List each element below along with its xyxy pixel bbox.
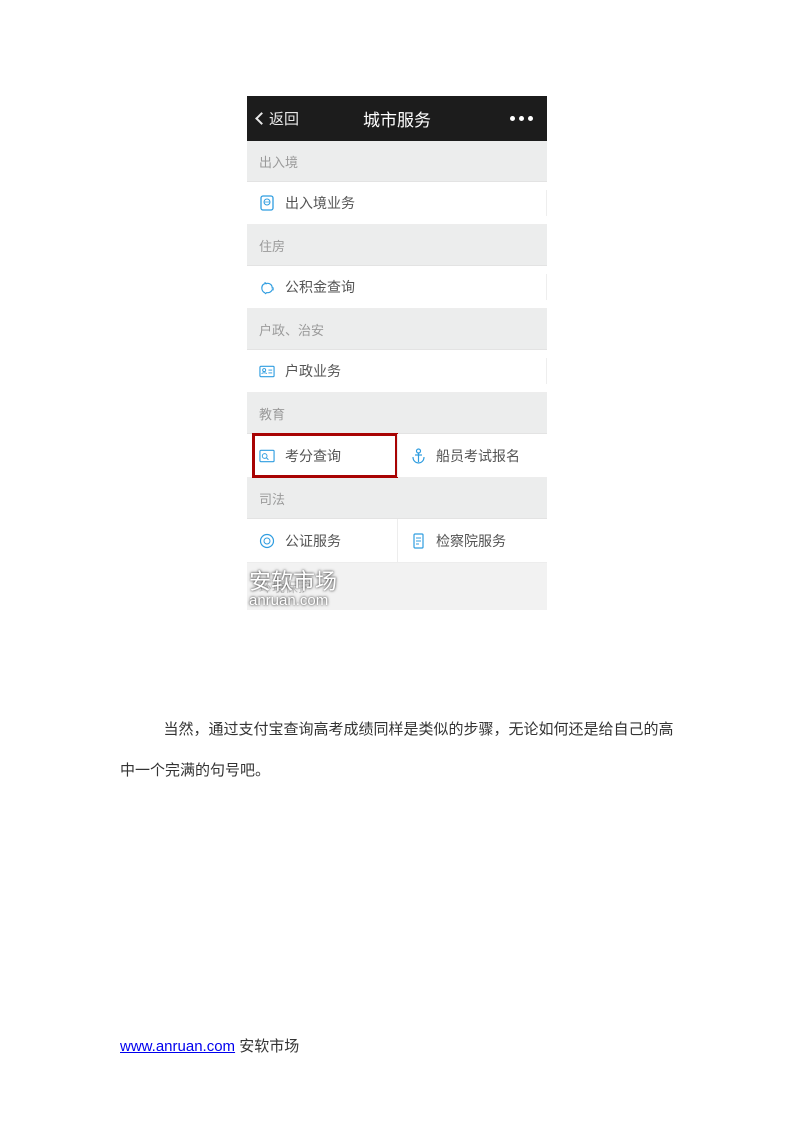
article-paragraph: 当然，通过支付宝查询高考成绩同样是类似的步骤，无论如何还是给自己的高中一个完满的… — [120, 710, 674, 791]
item-label: 户政业务 — [285, 361, 341, 381]
section-header-housing: 住房 — [247, 225, 547, 266]
item-procuratorate[interactable]: 检察院服务 — [397, 519, 547, 562]
section-header-judicial: 司法 — [247, 478, 547, 519]
item-crew-exam[interactable]: 船员考试报名 — [397, 434, 547, 477]
item-label: 检察院服务 — [436, 531, 506, 551]
score-icon — [259, 448, 275, 464]
item-immigration-service[interactable]: 出入境业务 — [247, 182, 547, 225]
divider — [546, 190, 547, 216]
item-label: 考分查询 — [285, 446, 341, 466]
watermark-line2: anruan.com — [249, 593, 337, 608]
watermark-line1: 安软市场 — [249, 569, 337, 594]
page-footer: www.anruan.com 安软市场 — [120, 1035, 299, 1056]
chevron-left-icon — [255, 112, 268, 125]
more-icon[interactable] — [510, 116, 533, 121]
row-education: 考分查询 船员考试报名 — [247, 434, 547, 478]
section-header-education: 教育 — [247, 393, 547, 434]
item-label: 公积金查询 — [285, 277, 355, 297]
document-icon — [410, 533, 426, 549]
back-button[interactable]: 返回 — [247, 108, 299, 129]
piggy-bank-icon — [259, 279, 275, 295]
back-label: 返回 — [269, 108, 299, 129]
anchor-icon — [410, 448, 426, 464]
item-notary[interactable]: 公证服务 — [247, 519, 397, 562]
section-header-civil: 户政、治安 — [247, 309, 547, 350]
footer-label: 安软市场 — [239, 1038, 299, 1055]
stamp-icon — [259, 533, 275, 549]
watermark: 安软市场 anruan.com — [249, 571, 337, 608]
row-judicial: 公证服务 检察院服务 — [247, 519, 547, 563]
item-label: 出入境业务 — [285, 193, 355, 213]
title-bar: 返回 城市服务 — [247, 96, 547, 141]
divider — [546, 358, 547, 384]
item-label: 公证服务 — [285, 531, 341, 551]
divider — [546, 274, 547, 300]
app-screenshot: 返回 城市服务 出入境 出入境业务 住房 公积金查询 户政、治安 户政业务 教育 — [247, 96, 547, 610]
section-header-immigration: 出入境 — [247, 141, 547, 182]
item-score-query[interactable]: 考分查询 — [247, 434, 397, 477]
footer-link[interactable]: www.anruan.com — [120, 1038, 235, 1055]
item-fund-query[interactable]: 公积金查询 — [247, 266, 547, 309]
passport-icon — [259, 195, 275, 211]
id-card-icon — [259, 363, 275, 379]
item-civil-service[interactable]: 户政业务 — [247, 350, 547, 393]
item-label: 船员考试报名 — [436, 446, 520, 466]
